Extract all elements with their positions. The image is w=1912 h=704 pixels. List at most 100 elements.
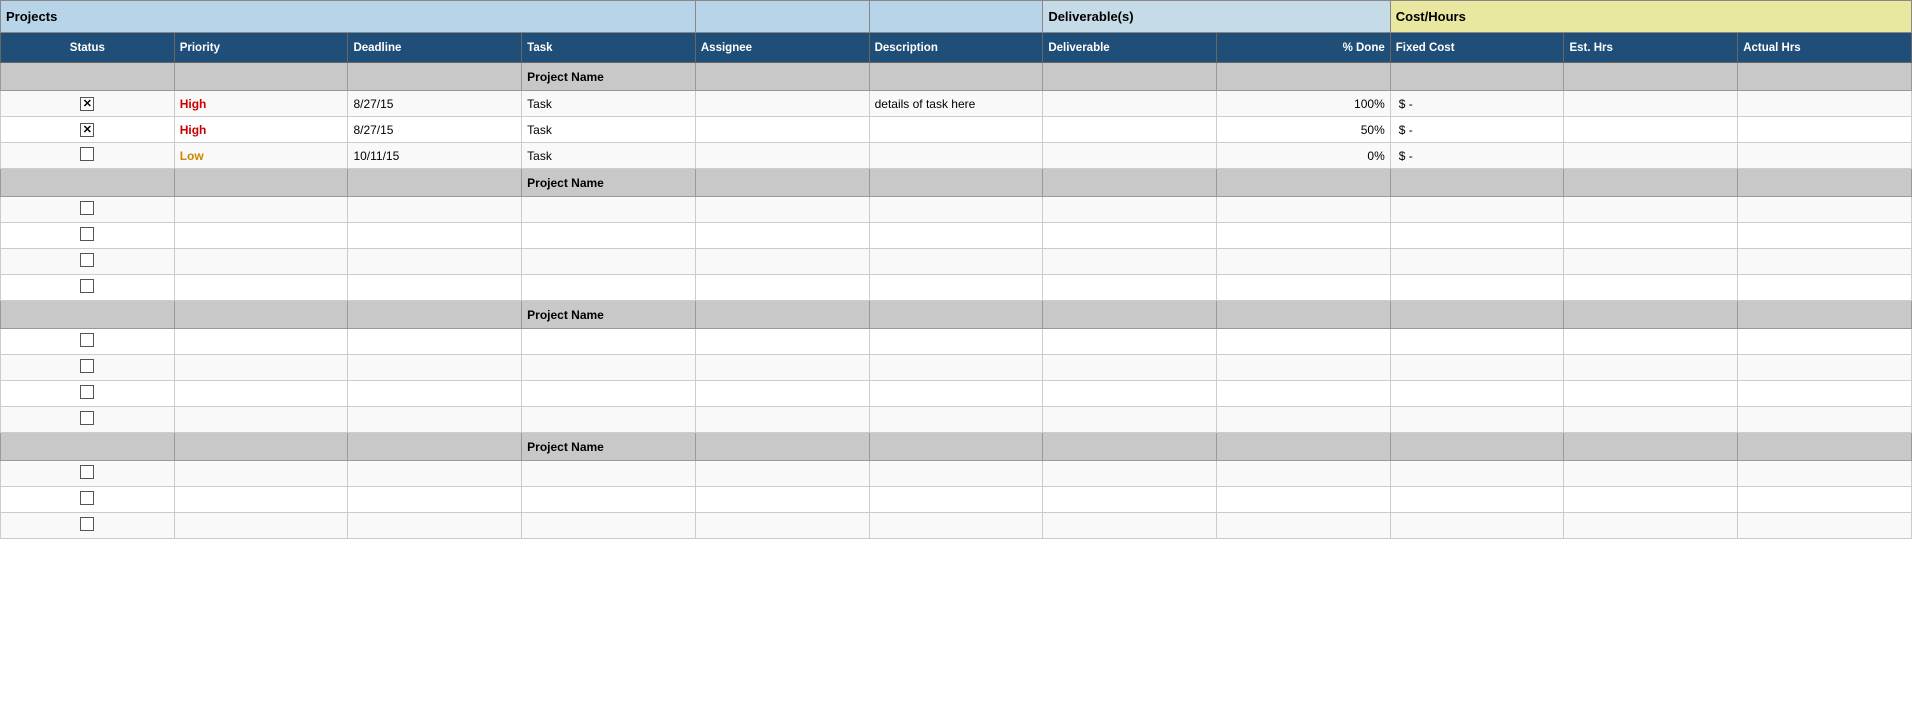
description-cell [869, 117, 1043, 143]
status-cell[interactable] [1, 355, 175, 381]
status-cell[interactable] [1, 329, 175, 355]
fixed-cost-cell [1390, 381, 1564, 407]
status-cell[interactable] [1, 275, 175, 301]
table-row [1, 249, 1912, 275]
task-cell: Task [522, 143, 696, 169]
status-cell[interactable] [1, 223, 175, 249]
pct-done-cell [1217, 513, 1391, 539]
status-cell[interactable] [1, 461, 175, 487]
fixed-cost-cell [1390, 355, 1564, 381]
task-cell: Task [522, 117, 696, 143]
actual-hrs-cell [1738, 513, 1912, 539]
task-cell [522, 487, 696, 513]
task-cell [522, 275, 696, 301]
deadline-cell [348, 197, 522, 223]
assignee-cell [695, 407, 869, 433]
actual-hrs-cell [1738, 91, 1912, 117]
assignee-cell [695, 461, 869, 487]
assignee-cell [695, 329, 869, 355]
deliverable-cell [1043, 355, 1217, 381]
description-cell [869, 381, 1043, 407]
deadline-cell [348, 487, 522, 513]
status-cell[interactable] [1, 143, 175, 169]
priority-cell [174, 355, 348, 381]
col-header-deliverable: Deliverable [1043, 33, 1217, 63]
fixed-cost-cell [1390, 249, 1564, 275]
projects-section-header: Projects [1, 1, 696, 33]
est-hrs-cell [1564, 329, 1738, 355]
assignee-cell [695, 487, 869, 513]
priority-cell: Low [174, 143, 348, 169]
table-row: ✕High8/27/15Taskdetails of task here100%… [1, 91, 1912, 117]
description-cell [869, 197, 1043, 223]
table-row [1, 197, 1912, 223]
deadline-cell [348, 513, 522, 539]
table-row [1, 407, 1912, 433]
description-cell [869, 461, 1043, 487]
est-hrs-cell [1564, 117, 1738, 143]
status-cell[interactable] [1, 197, 175, 223]
deliverable-cell [1043, 91, 1217, 117]
table-row [1, 355, 1912, 381]
description-cell [869, 143, 1043, 169]
actual-hrs-cell [1738, 407, 1912, 433]
fixed-cost-cell [1390, 197, 1564, 223]
deadline-cell: 8/27/15 [348, 117, 522, 143]
fixed-cost-cell [1390, 461, 1564, 487]
status-cell[interactable] [1, 249, 175, 275]
actual-hrs-cell [1738, 355, 1912, 381]
pct-done-cell [1217, 275, 1391, 301]
desc-spacer [869, 1, 1043, 33]
task-cell [522, 329, 696, 355]
deliverable-cell [1043, 223, 1217, 249]
actual-hrs-cell [1738, 461, 1912, 487]
description-cell [869, 249, 1043, 275]
assignee-cell [695, 275, 869, 301]
table-row [1, 487, 1912, 513]
actual-hrs-cell [1738, 197, 1912, 223]
status-cell[interactable] [1, 487, 175, 513]
status-cell[interactable] [1, 513, 175, 539]
table-row [1, 461, 1912, 487]
est-hrs-cell [1564, 197, 1738, 223]
est-hrs-cell [1564, 249, 1738, 275]
status-cell[interactable] [1, 407, 175, 433]
deliverable-cell [1043, 117, 1217, 143]
est-hrs-cell [1564, 381, 1738, 407]
group-header-1: Project Name [1, 169, 1912, 197]
priority-cell [174, 249, 348, 275]
est-hrs-cell [1564, 355, 1738, 381]
assignee-cell [695, 197, 869, 223]
group-header-2: Project Name [1, 301, 1912, 329]
col-header-pct-done: % Done [1217, 33, 1391, 63]
assignee-cell [695, 381, 869, 407]
deliverable-cell [1043, 461, 1217, 487]
priority-cell [174, 513, 348, 539]
description-cell [869, 487, 1043, 513]
est-hrs-cell [1564, 461, 1738, 487]
task-cell [522, 249, 696, 275]
actual-hrs-cell [1738, 117, 1912, 143]
priority-cell [174, 381, 348, 407]
fixed-cost-cell [1390, 275, 1564, 301]
status-cell[interactable] [1, 381, 175, 407]
est-hrs-cell [1564, 275, 1738, 301]
fixed-cost-cell [1390, 223, 1564, 249]
status-cell[interactable]: ✕ [1, 117, 175, 143]
status-cell[interactable]: ✕ [1, 91, 175, 117]
est-hrs-cell [1564, 407, 1738, 433]
priority-cell: High [174, 117, 348, 143]
priority-cell [174, 461, 348, 487]
actual-hrs-cell [1738, 381, 1912, 407]
description-cell [869, 513, 1043, 539]
pct-done-cell [1217, 407, 1391, 433]
fixed-cost-cell [1390, 487, 1564, 513]
col-header-description: Description [869, 33, 1043, 63]
deliverable-cell [1043, 249, 1217, 275]
actual-hrs-cell [1738, 143, 1912, 169]
task-cell: Task [522, 91, 696, 117]
table-row: ✕High8/27/15Task50%$ - [1, 117, 1912, 143]
deliverable-cell [1043, 197, 1217, 223]
table-row: Low10/11/15Task0%$ - [1, 143, 1912, 169]
task-cell [522, 381, 696, 407]
